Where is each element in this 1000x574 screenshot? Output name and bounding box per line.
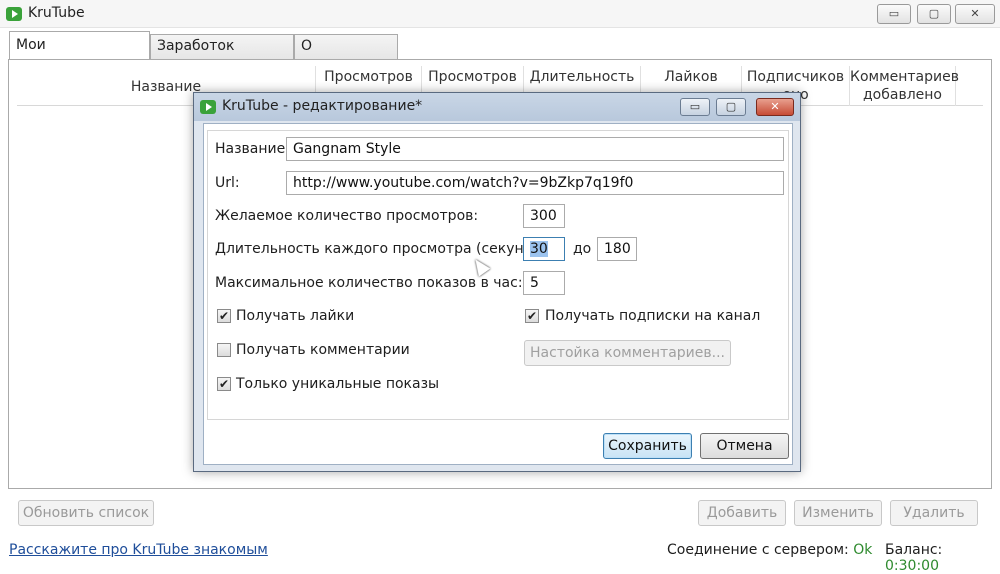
views-input[interactable]: 300 xyxy=(523,204,565,228)
dialog-title: KruTube - редактирование* xyxy=(222,98,423,114)
dialog-maximize-button[interactable]: ▢ xyxy=(716,98,746,116)
balance-status: Баланс: 0:30:00 xyxy=(885,542,1000,574)
balance-value: 0:30:00 xyxy=(885,558,939,574)
refresh-list-button[interactable]: Обновить список xyxy=(18,500,154,526)
comments-settings-button[interactable]: Настойка комментариев... xyxy=(524,340,731,366)
app-title: KruTube xyxy=(28,5,85,21)
dialog-body: Название: Gangnam Style Url: http://www.… xyxy=(203,123,793,465)
balance-label: Баланс: xyxy=(885,542,943,558)
connection-label: Соединение с сервером: xyxy=(667,542,849,558)
add-button[interactable]: Добавить xyxy=(698,500,786,526)
dialog-titlebar[interactable]: KruTube - редактирование* ▭ ▢ ✕ xyxy=(194,93,800,121)
url-label: Url: xyxy=(215,175,240,191)
subscriptions-checkbox[interactable]: ✔ xyxy=(525,309,539,323)
delete-button[interactable]: Удалить xyxy=(890,500,978,526)
maximize-button[interactable]: ▢ xyxy=(917,4,951,24)
column-header-comments[interactable]: Комментариев добавлено xyxy=(850,66,959,106)
main-titlebar[interactable]: KruTube ▭ ▢ ✕ xyxy=(0,0,1000,28)
edit-dialog: KruTube - редактирование* ▭ ▢ ✕ Название… xyxy=(193,92,801,472)
likes-checkbox-label[interactable]: Получать лайки xyxy=(236,308,354,324)
dialog-close-button[interactable]: ✕ xyxy=(756,98,794,116)
max-per-hour-label: Максимальное количество показов в час: xyxy=(215,275,523,291)
dialog-minimize-button[interactable]: ▭ xyxy=(680,98,710,116)
duration-to-input[interactable]: 180 xyxy=(597,237,637,261)
duration-from-value: 30 xyxy=(530,241,548,257)
likes-checkbox[interactable]: ✔ xyxy=(217,309,231,323)
duration-label: Длительность каждого просмотра (секунд) … xyxy=(215,241,560,257)
comments-checkbox-label[interactable]: Получать комментарии xyxy=(236,342,410,358)
max-per-hour-input[interactable]: 5 xyxy=(523,271,565,295)
minimize-button[interactable]: ▭ xyxy=(877,4,911,24)
name-label: Название: xyxy=(215,141,290,157)
name-input[interactable]: Gangnam Style xyxy=(286,137,784,161)
save-button[interactable]: Сохранить xyxy=(603,433,692,459)
duration-from-input[interactable]: 30 xyxy=(523,237,565,261)
app-logo-icon xyxy=(6,7,22,21)
tab-earn-time[interactable]: Заработок времени xyxy=(150,34,294,77)
connection-value: Ok xyxy=(853,542,873,558)
edit-button[interactable]: Изменить xyxy=(794,500,882,526)
url-input[interactable]: http://www.youtube.com/watch?v=9bZkp7q19… xyxy=(286,171,784,195)
close-button[interactable]: ✕ xyxy=(955,4,995,24)
cancel-button[interactable]: Отмена xyxy=(700,433,789,459)
unique-views-checkbox[interactable]: ✔ xyxy=(217,377,231,391)
connection-status: Соединение с сервером: Ok xyxy=(667,542,872,558)
tab-my-videos[interactable]: Мои видеоролики xyxy=(9,31,150,80)
dialog-logo-icon xyxy=(200,100,216,114)
tab-about[interactable]: О программе xyxy=(294,34,398,77)
subscriptions-checkbox-label[interactable]: Получать подписки на канал xyxy=(545,308,760,324)
views-label: Желаемое количество просмотров: xyxy=(215,208,479,224)
comments-checkbox[interactable] xyxy=(217,343,231,357)
duration-to-label: до xyxy=(573,241,592,257)
share-link[interactable]: Расскажите про KruTube знакомым xyxy=(9,542,268,558)
unique-views-checkbox-label[interactable]: Только уникальные показы xyxy=(236,376,439,392)
